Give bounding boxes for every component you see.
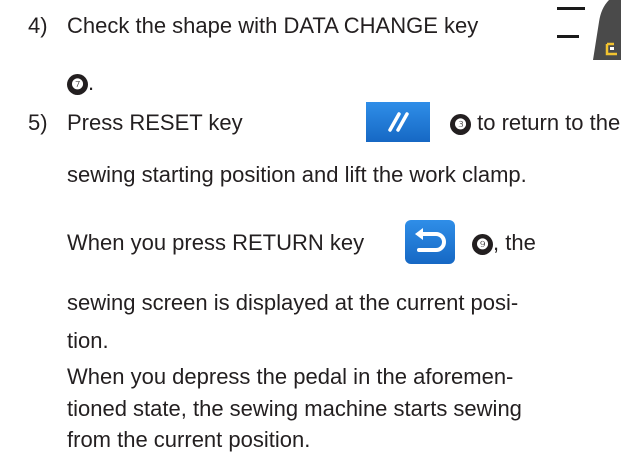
data-change-key-icon: [549, 0, 621, 60]
return-note-line-3: tion.: [67, 328, 109, 353]
pedal-note-line-2: tioned state, the sewing machine starts …: [67, 396, 522, 421]
ref-marker-7: ❼: [67, 74, 88, 95]
return-note-text-after: , the: [493, 230, 536, 255]
step-5-text-after: to return to the: [477, 110, 621, 135]
pedal-note-line-1: When you depress the pedal in the aforem…: [67, 364, 514, 389]
step-number-5: 5): [28, 110, 48, 135]
step-5-continuation: sewing starting position and lift the wo…: [67, 162, 527, 187]
ref-marker-3: ❸: [450, 114, 471, 135]
step-4-text: Check the shape with DATA CHANGE key: [67, 13, 479, 38]
ref-marker-9: ❾: [472, 234, 493, 255]
pedal-note-line-3: from the current position.: [67, 427, 311, 452]
step-number-4: 4): [28, 13, 48, 38]
step-4-ref: ❼.: [67, 70, 94, 96]
step-4-ref-suffix: .: [88, 70, 95, 95]
return-key-icon: [405, 220, 455, 264]
reset-key-icon: [366, 102, 430, 142]
return-note-text: When you press RETURN key: [67, 230, 365, 255]
return-note-ref: ❾, the: [472, 230, 536, 256]
return-note-line-2: sewing screen is displayed at the curren…: [67, 290, 519, 315]
step-5-text: Press RESET key: [67, 110, 243, 135]
step-5-ref: ❸ to return to the: [450, 110, 620, 136]
